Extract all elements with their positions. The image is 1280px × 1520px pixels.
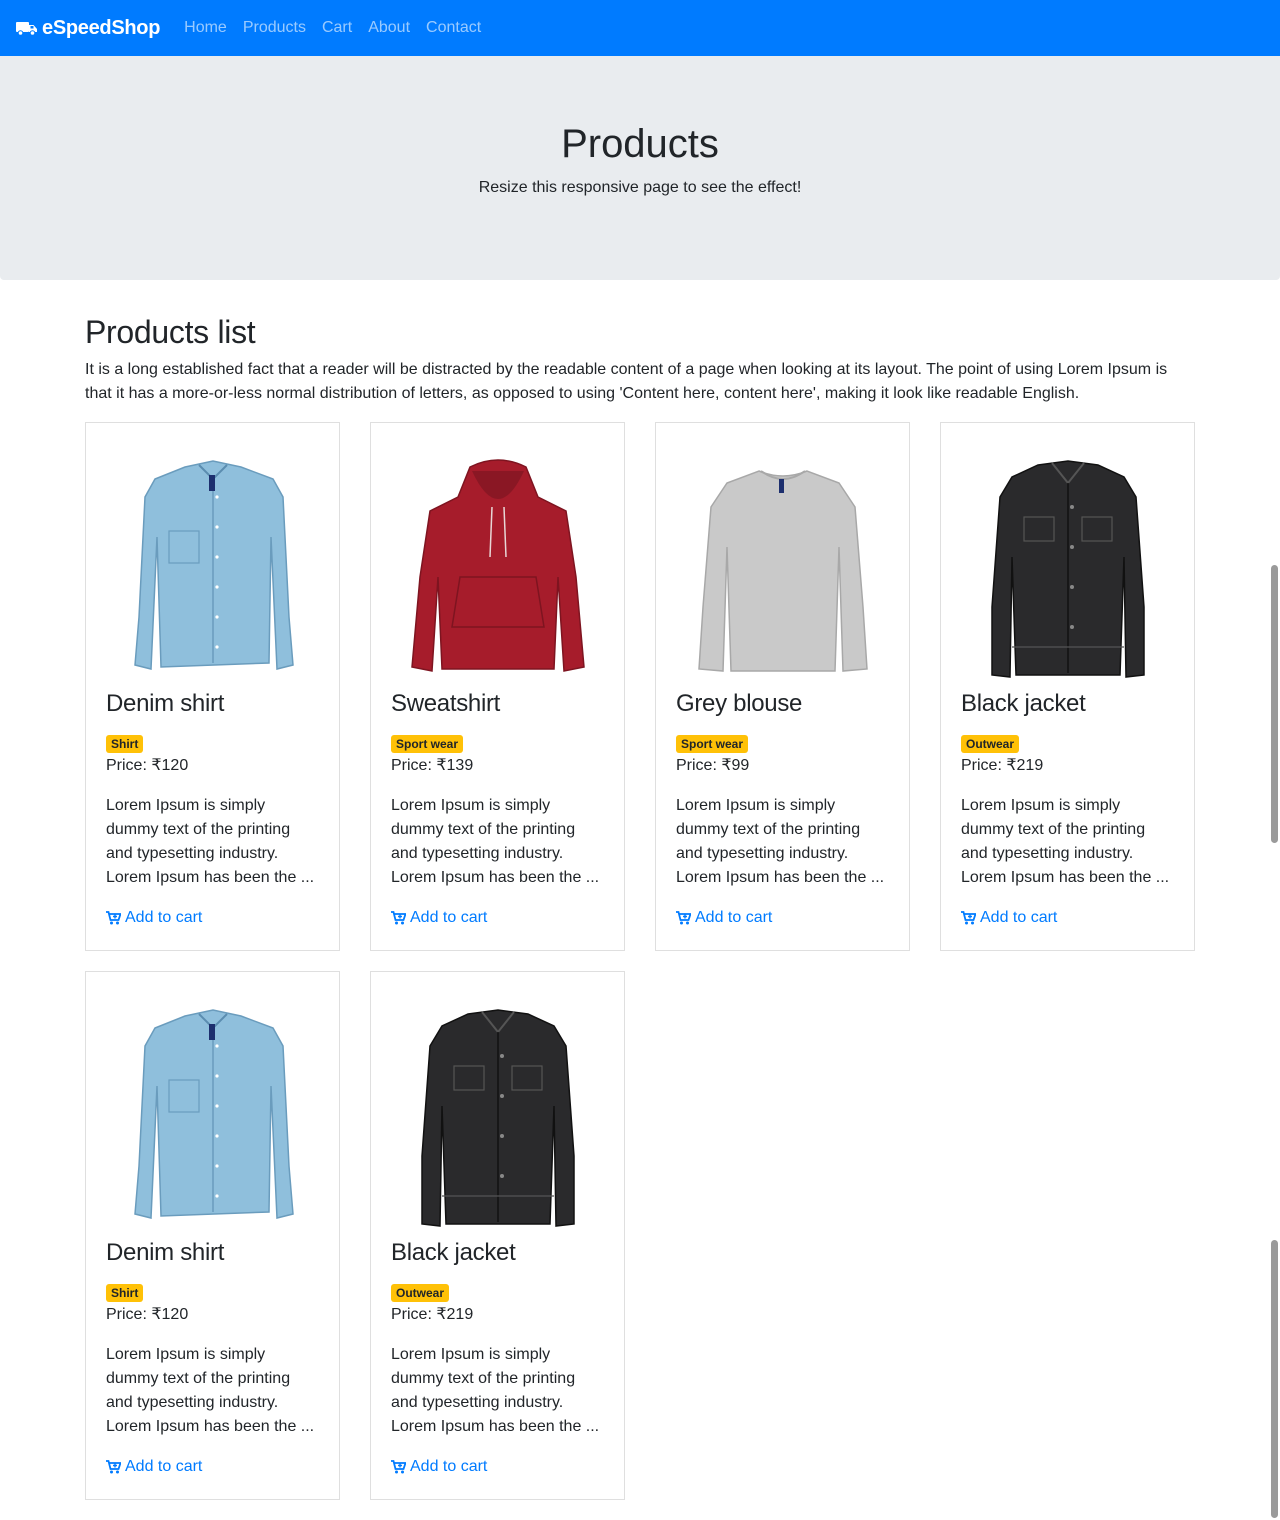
hero-jumbotron: Products Resize this responsive page to … bbox=[0, 56, 1280, 280]
product-description: Lorem Ipsum is simply dummy text of the … bbox=[391, 1346, 600, 1435]
add-to-cart-button[interactable]: Add to cart bbox=[106, 907, 202, 929]
denim-shirt-image bbox=[106, 1002, 319, 1232]
product-name: Black jacket bbox=[391, 1239, 516, 1266]
black-jacket-image bbox=[391, 1002, 604, 1232]
truck-icon bbox=[16, 22, 37, 36]
add-to-cart-label: Add to cart bbox=[695, 909, 773, 926]
product-card: Black jacket Outwear Price: ₹219 Lorem I… bbox=[940, 422, 1195, 951]
product-card: Grey blouse Sport wear Price: ₹99 Lorem … bbox=[655, 422, 910, 951]
brand-link[interactable]: eSpeedShop bbox=[16, 17, 160, 40]
category-badge: Outwear bbox=[391, 1284, 450, 1302]
product-description: Lorem Ipsum is simply dummy text of the … bbox=[961, 797, 1170, 886]
scrollbar-thumb[interactable] bbox=[1271, 565, 1278, 843]
product-price: Price: ₹219 bbox=[961, 757, 1044, 774]
product-name: Sweatshirt bbox=[391, 690, 501, 717]
cart-plus-icon bbox=[391, 1460, 406, 1474]
add-to-cart-label: Add to cart bbox=[410, 1458, 488, 1475]
product-card: Denim shirt Shirt Price: ₹120 Lorem Ipsu… bbox=[85, 422, 340, 951]
sweatshirt-image bbox=[391, 453, 604, 683]
nav-cart[interactable]: Cart bbox=[314, 19, 360, 37]
add-to-cart-label: Add to cart bbox=[125, 1458, 203, 1475]
product-card: Denim shirt Shirt Price: ₹120 Lorem Ipsu… bbox=[85, 971, 340, 1500]
scrollbar-thumb-lower[interactable] bbox=[1271, 1240, 1278, 1518]
top-navbar: eSpeedShop Home Products Cart About Cont… bbox=[0, 0, 1280, 56]
nav-home[interactable]: Home bbox=[176, 19, 235, 37]
cart-plus-icon bbox=[106, 911, 121, 925]
add-to-cart-label: Add to cart bbox=[410, 909, 488, 926]
cart-plus-icon bbox=[391, 911, 406, 925]
product-price: Price: ₹120 bbox=[106, 1306, 189, 1323]
add-to-cart-button[interactable]: Add to cart bbox=[676, 907, 772, 929]
brand-name: eSpeedShop bbox=[42, 16, 161, 39]
add-to-cart-label: Add to cart bbox=[125, 909, 203, 926]
page-title: Products bbox=[561, 122, 719, 166]
product-description: Lorem Ipsum is simply dummy text of the … bbox=[676, 797, 885, 886]
category-badge: Shirt bbox=[106, 1284, 144, 1302]
product-description: Lorem Ipsum is simply dummy text of the … bbox=[391, 797, 600, 886]
category-badge: Sport wear bbox=[676, 735, 749, 753]
grey-blouse-image bbox=[676, 453, 889, 683]
category-badge: Sport wear bbox=[391, 735, 464, 753]
product-price: Price: ₹120 bbox=[106, 757, 189, 774]
product-card: Sweatshirt Sport wear Price: ₹139 Lorem … bbox=[370, 422, 625, 951]
product-price: Price: ₹99 bbox=[676, 757, 750, 774]
page-subtitle: Resize this responsive page to see the e… bbox=[478, 179, 802, 196]
product-card: Black jacket Outwear Price: ₹219 Lorem I… bbox=[370, 971, 625, 1500]
nav-contact[interactable]: Contact bbox=[418, 19, 489, 37]
section-heading: Products list bbox=[85, 314, 256, 350]
nav-products[interactable]: Products bbox=[235, 19, 314, 37]
category-badge: Outwear bbox=[961, 735, 1020, 753]
add-to-cart-button[interactable]: Add to cart bbox=[961, 907, 1057, 929]
product-name: Grey blouse bbox=[676, 690, 803, 717]
product-name: Denim shirt bbox=[106, 690, 225, 717]
products-section: Products list It is a long established f… bbox=[85, 312, 1195, 406]
black-jacket-image bbox=[961, 453, 1174, 683]
section-intro: It is a long established fact that a rea… bbox=[85, 361, 1168, 402]
product-description: Lorem Ipsum is simply dummy text of the … bbox=[106, 797, 315, 886]
product-name: Black jacket bbox=[961, 690, 1086, 717]
product-price: Price: ₹219 bbox=[391, 1306, 474, 1323]
denim-shirt-image bbox=[106, 453, 319, 683]
cart-plus-icon bbox=[676, 911, 691, 925]
add-to-cart-button[interactable]: Add to cart bbox=[106, 1456, 202, 1478]
add-to-cart-button[interactable]: Add to cart bbox=[391, 907, 487, 929]
nav-about[interactable]: About bbox=[360, 19, 418, 37]
cart-plus-icon bbox=[961, 911, 976, 925]
add-to-cart-button[interactable]: Add to cart bbox=[391, 1456, 487, 1478]
cart-plus-icon bbox=[106, 1460, 121, 1474]
product-description: Lorem Ipsum is simply dummy text of the … bbox=[106, 1346, 315, 1435]
product-price: Price: ₹139 bbox=[391, 757, 474, 774]
product-name: Denim shirt bbox=[106, 1239, 225, 1266]
category-badge: Shirt bbox=[106, 735, 144, 753]
add-to-cart-label: Add to cart bbox=[980, 909, 1058, 926]
